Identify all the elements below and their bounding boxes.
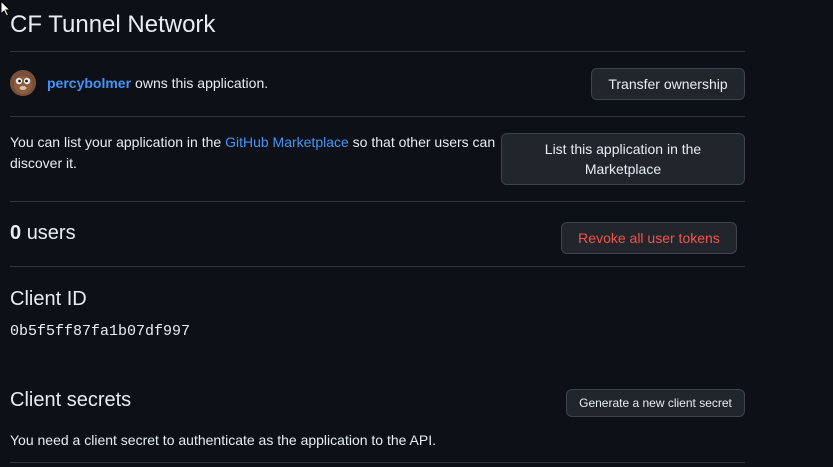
marketplace-description: You can list your application in the Git… [10,132,500,174]
client-id-value: 0b5f5ff87fa1b07df997 [10,323,191,340]
marketplace-text-before: You can list your application in the [10,134,226,150]
avatar-image [10,70,36,96]
divider [10,201,745,202]
divider [10,116,745,117]
client-secrets-heading: Client secrets [10,389,132,411]
client-id-heading: Client ID [10,288,87,310]
users-count-heading: 0 users [10,221,76,245]
divider [10,462,745,463]
users-count-value: 0 [10,222,22,244]
owner-row: percybolmer owns this application. [10,70,268,96]
divider [10,266,745,267]
owner-username-link[interactable]: percybolmer [47,75,131,91]
app-settings-page: CF Tunnel Network percybolmer owns this … [0,0,833,467]
page-title: CF Tunnel Network [10,11,216,38]
divider [10,51,745,52]
transfer-ownership-button[interactable]: Transfer ownership [591,68,745,100]
list-in-marketplace-button[interactable]: List this application in the Marketplace [501,133,745,185]
owner-suffix-text: owns this application. [135,75,269,91]
github-marketplace-link[interactable]: GitHub Marketplace [225,134,349,150]
users-count-label: users [26,222,76,244]
avatar[interactable] [10,70,36,96]
revoke-user-tokens-button[interactable]: Revoke all user tokens [561,222,737,254]
generate-client-secret-button[interactable]: Generate a new client secret [566,389,745,417]
client-secret-description: You need a client secret to authenticate… [10,432,437,448]
